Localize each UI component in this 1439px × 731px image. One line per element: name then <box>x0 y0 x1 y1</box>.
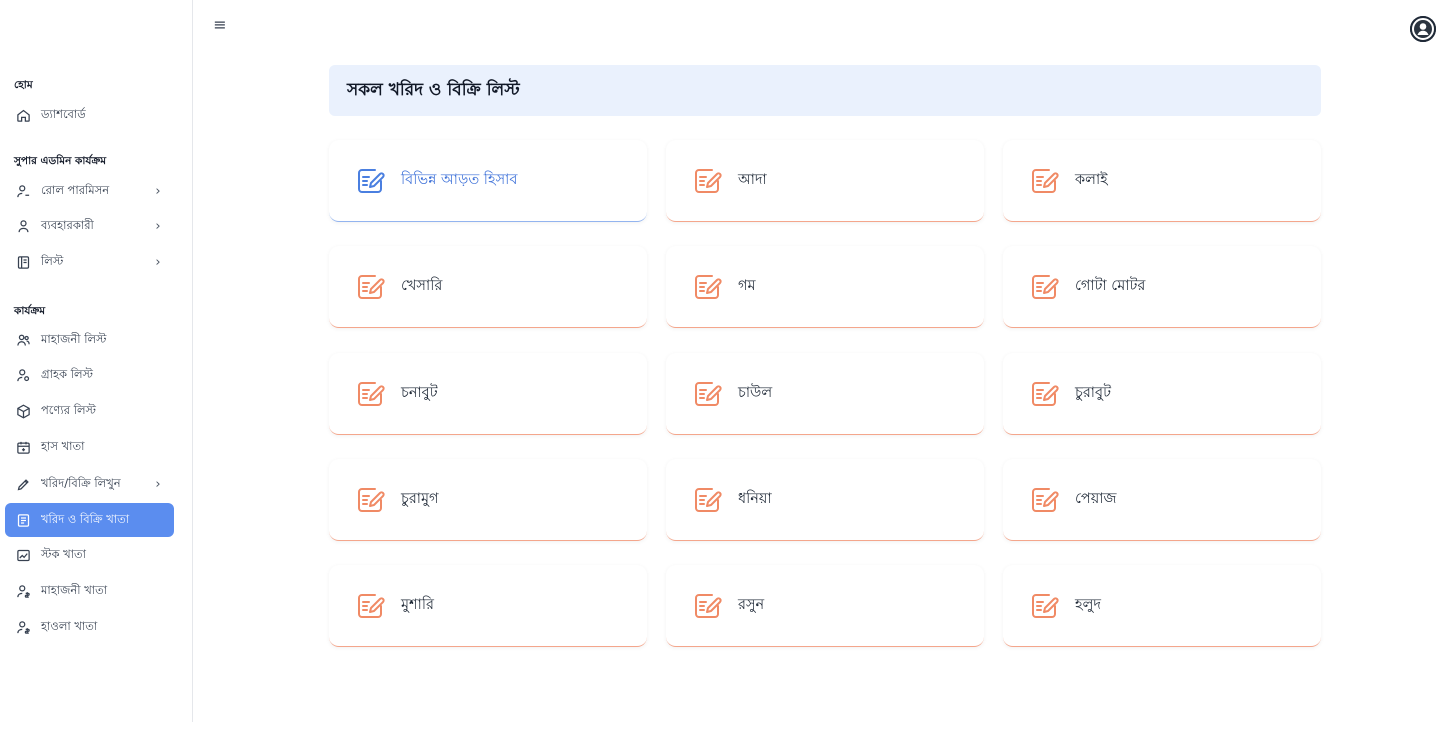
sidebar-section-super-admin: সুপার এডমিন কার্যক্রম <box>14 155 107 167</box>
khata-card[interactable]: চুরাবুট <box>1003 353 1321 435</box>
khata-card-label: কলাই <box>1075 171 1108 188</box>
sidebar-item-role-permission[interactable]: রোল পারমিসন › <box>5 174 174 208</box>
user-money-icon <box>14 618 32 636</box>
sidebar-item-label: মাহাজনী খাতা <box>41 582 108 597</box>
sidebar-item-label: লিস্ট <box>41 253 64 268</box>
sidebar-item-dashboard[interactable]: ড্যাশবোর্ড <box>5 98 174 132</box>
khata-card-label: হলুদ <box>1075 596 1102 613</box>
pencil-icon <box>14 475 32 493</box>
chevron-right-icon: › <box>155 476 161 492</box>
khata-card[interactable]: চনাবুট <box>329 353 647 435</box>
sidebar-item-label: মাহাজনী লিস্ট <box>41 331 107 346</box>
edit-note-icon <box>355 485 385 515</box>
edit-note-icon <box>692 272 722 302</box>
sidebar-item-label: ড্যাশবোর্ড <box>41 106 86 121</box>
menu-toggle-button[interactable]: ≡ <box>211 15 229 34</box>
sidebar-item-stock-khata[interactable]: স্টক খাতা <box>5 538 174 572</box>
khata-card-label: খেসারি <box>401 277 443 294</box>
sidebar-item-label: ব্যবহারকারী <box>41 217 94 232</box>
khata-card-label: পেয়াজ <box>1075 490 1117 507</box>
khata-card-label: গম <box>738 277 756 294</box>
book-icon <box>14 253 32 271</box>
sidebar-item-mahajon-list[interactable]: মাহাজনী লিস্ট <box>5 323 174 357</box>
cube-icon <box>14 402 32 420</box>
chevron-right-icon: › <box>155 183 161 199</box>
chevron-right-icon: › <box>155 218 161 234</box>
edit-note-icon <box>692 379 722 409</box>
sidebar-item-product-list[interactable]: পণ্যের লিস্ট <box>5 394 174 428</box>
khata-card-label: আদা <box>738 171 767 188</box>
khata-card[interactable]: গম <box>666 246 984 328</box>
user-avatar-icon <box>1410 16 1436 42</box>
sidebar-item-label: খরিদ/বিক্রি লিখুন <box>41 475 121 490</box>
edit-note-icon <box>1029 379 1059 409</box>
sidebar-item-has-khata[interactable]: হাস খাতা <box>5 430 174 464</box>
sidebar-item-hawla-khata[interactable]: হাওলা খাতা <box>5 610 174 644</box>
khata-card-label: চাউল <box>738 384 773 401</box>
chart-icon <box>14 546 32 564</box>
sidebar-item-label: গ্রাহক লিস্ট <box>41 366 93 381</box>
ledger-icon <box>14 511 32 529</box>
sidebar-item-mahajon-khata[interactable]: মাহাজনী খাতা <box>5 574 174 608</box>
khata-card[interactable]: গোটা মোটর <box>1003 246 1321 328</box>
khata-card[interactable]: চাউল <box>666 353 984 435</box>
app: হোম ড্যাশবোর্ড সুপার এডমিন কার্যক্রম রোল… <box>0 0 1439 731</box>
user-icon <box>14 217 32 235</box>
edit-note-icon <box>355 591 385 621</box>
khata-card-label: চনাবুট <box>401 384 438 401</box>
khata-card[interactable]: চুরামুগ <box>329 459 647 541</box>
khata-card[interactable]: রসুন <box>666 565 984 647</box>
user-gear-icon <box>14 366 32 384</box>
khata-card[interactable]: খেসারি <box>329 246 647 328</box>
sidebar-item-purchase-sale-khata[interactable]: খরিদ ও বিক্রি খাতা <box>5 503 174 537</box>
page-title: সকল খরিদ ও বিক্রি লিস্ট <box>347 79 520 100</box>
khata-card-label: গোটা মোটর <box>1075 277 1146 294</box>
sidebar-item-label: হাস খাতা <box>41 438 85 453</box>
sidebar-item-label: হাওলা খাতা <box>41 618 98 633</box>
sidebar: হোম ড্যাশবোর্ড সুপার এডমিন কার্যক্রম রোল… <box>0 0 193 722</box>
edit-note-icon <box>1029 591 1059 621</box>
khata-card[interactable]: ধনিয়া <box>666 459 984 541</box>
chevron-right-icon: › <box>155 254 161 270</box>
avatar[interactable] <box>1410 16 1436 42</box>
page-title-bar: সকল খরিদ ও বিক্রি লিস্ট <box>329 65 1321 116</box>
khata-card-label: ধনিয়া <box>738 490 772 507</box>
khata-card[interactable]: পেয়াজ <box>1003 459 1321 541</box>
edit-note-icon <box>1029 485 1059 515</box>
edit-note-icon <box>355 379 385 409</box>
sidebar-item-customer-list[interactable]: গ্রাহক লিস্ট <box>5 358 174 392</box>
khata-card-label: বিভিন্ন আড়ত হিসাব <box>401 171 518 188</box>
home-icon <box>14 106 32 124</box>
user-money-icon <box>14 582 32 600</box>
edit-note-icon <box>692 166 722 196</box>
sidebar-item-list[interactable]: লিস্ট › <box>5 245 174 279</box>
khata-card[interactable]: বিভিন্ন আড়ত হিসাব <box>329 140 647 222</box>
khata-card-label: রসুন <box>738 596 765 613</box>
khata-card[interactable]: আদা <box>666 140 984 222</box>
sidebar-section-activities: কার্যক্রম <box>14 305 46 317</box>
sidebar-item-label: পণ্যের লিস্ট <box>41 402 96 417</box>
sidebar-item-label: স্টক খাতা <box>41 546 86 561</box>
edit-note-icon <box>355 166 385 196</box>
sidebar-section-home: হোম <box>14 79 33 91</box>
khata-card[interactable]: কলাই <box>1003 140 1321 222</box>
edit-note-icon <box>355 272 385 302</box>
calendar-icon <box>14 438 32 456</box>
users-icon <box>14 331 32 349</box>
edit-note-icon <box>692 591 722 621</box>
khata-card-label: চুরামুগ <box>401 490 439 507</box>
khata-card[interactable]: হলুদ <box>1003 565 1321 647</box>
user-lock-icon <box>14 182 32 200</box>
sidebar-item-label: খরিদ ও বিক্রি খাতা <box>41 511 130 526</box>
edit-note-icon <box>1029 166 1059 196</box>
khata-card-label: মুশারি <box>401 596 434 613</box>
sidebar-item-label: রোল পারমিসন <box>41 182 110 197</box>
edit-note-icon <box>1029 272 1059 302</box>
khata-card-label: চুরাবুট <box>1075 384 1111 401</box>
sidebar-item-users[interactable]: ব্যবহারকারী › <box>5 209 174 243</box>
sidebar-item-write-purchase-sale[interactable]: খরিদ/বিক্রি লিখুন › <box>5 467 174 501</box>
edit-note-icon <box>692 485 722 515</box>
khata-card[interactable]: মুশারি <box>329 565 647 647</box>
